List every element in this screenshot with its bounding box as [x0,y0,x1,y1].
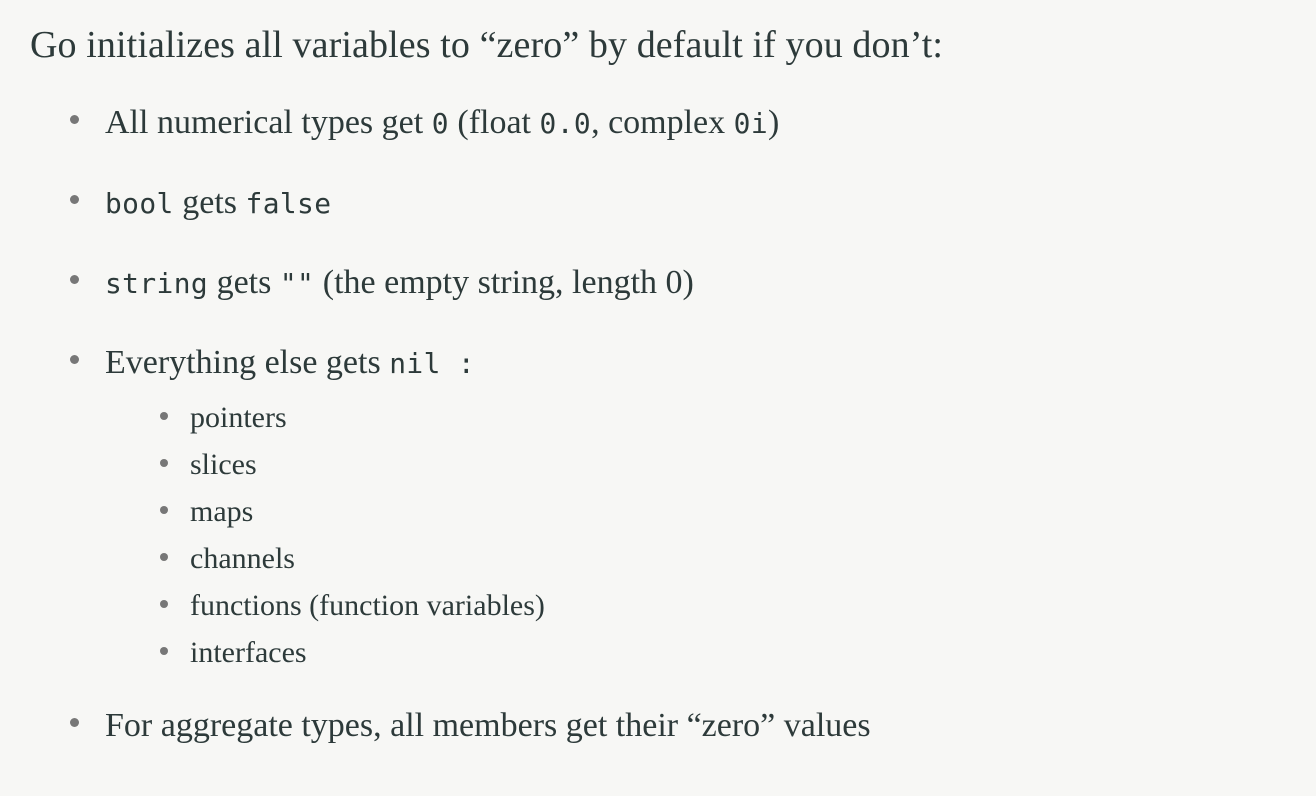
bullet-dot-icon [70,355,79,364]
bullet-dot-icon [70,115,79,124]
inline-code: false [245,187,332,220]
bullet-item-bool: bool gets false [70,182,1310,225]
bullet-item-aggregate-types: For aggregate types, all members get the… [70,705,1310,747]
inline-text: Everything else gets [105,344,390,381]
inline-text: gets [173,184,246,221]
bullet-dot-icon [160,599,168,608]
inline-code: : [440,347,476,380]
sub-bullet-label: functions (function variables) [190,588,545,622]
inline-code: 0 [431,107,449,140]
inline-text: gets [208,264,280,301]
bullet-item-everything-else: Everything else gets nil : [70,342,1310,385]
sub-bullet-label: pointers [190,400,287,434]
inline-text: For aggregate types, all members get the… [105,707,871,744]
inline-code: string [105,267,209,300]
inline-text: (float [448,104,540,141]
page-title: Go initializes all variables to “zero” b… [30,24,944,66]
sub-bullet-label: interfaces [190,635,307,669]
sub-bullet-label: slices [190,447,257,481]
sub-bullet-label: channels [190,541,295,575]
bullet-dot-icon [70,718,79,727]
sub-bullet-item-slices: slices [160,441,1316,488]
bullet-text: string gets "" (the empty string, length… [105,262,694,305]
inline-text: ) [768,104,780,141]
sub-bullet-item-maps: maps [160,488,1316,535]
bullet-dot-icon [160,552,168,561]
bullet-dot-icon [160,646,168,655]
bullet-text: bool gets false [105,182,331,225]
bullet-item-string: string gets "" (the empty string, length… [70,262,1310,305]
bullet-dot-icon [160,411,168,420]
inline-code: nil [389,347,441,380]
bullet-dot-icon [70,195,79,204]
inline-code: bool [105,187,174,220]
sub-bullet-item-channels: channels [160,535,1316,582]
inline-code: 0i [733,107,769,140]
inline-text: (the empty string, length 0) [314,264,694,301]
bullet-dot-icon [160,458,168,467]
inline-code: "" [279,267,315,300]
sub-bullet-item-interfaces: interfaces [160,629,1316,676]
sub-bullet-item-pointers: pointers [160,394,1316,441]
sub-bullet-label: maps [190,494,254,528]
inline-code: 0.0 [539,107,592,140]
bullet-text: All numerical types get 0 (float 0.0, co… [105,102,779,145]
inline-text: , complex [591,104,734,141]
sub-bullet-item-functions: functions (function variables) [160,582,1316,629]
bullet-text: For aggregate types, all members get the… [105,705,871,747]
bullet-text: Everything else gets nil : [105,342,475,385]
sub-bullet-list: pointers slices maps channels functions … [0,394,1316,676]
bullet-item-numerical-types: All numerical types get 0 (float 0.0, co… [70,102,1310,145]
bullet-dot-icon [70,275,79,284]
bullet-dot-icon [160,505,168,514]
slide: Go initializes all variables to “zero” b… [0,0,1316,796]
inline-text: All numerical types get [105,104,432,141]
